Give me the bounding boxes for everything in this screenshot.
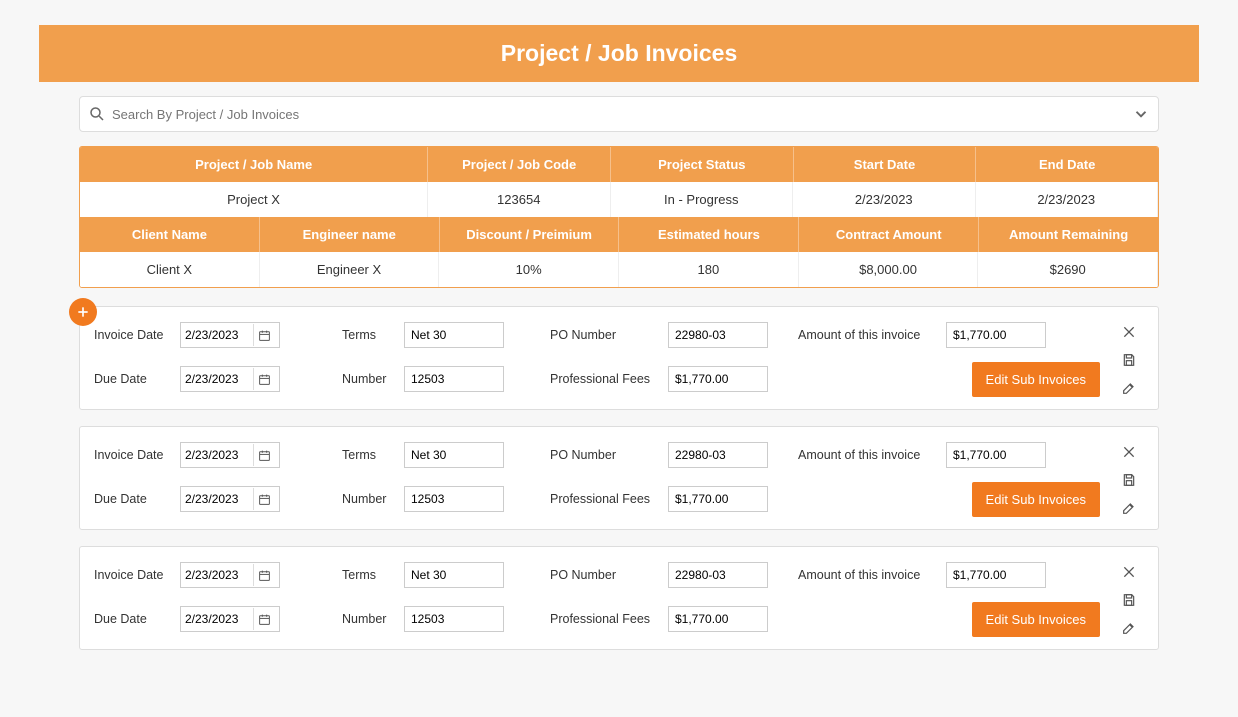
invoice-date-input-wrap[interactable] (180, 562, 280, 588)
invoice-date-input[interactable] (181, 568, 253, 582)
val-engineer-name: Engineer X (260, 252, 440, 287)
label-professional-fees: Professional Fees (550, 612, 660, 626)
label-po-number: PO Number (550, 448, 660, 462)
close-icon[interactable] (1120, 443, 1138, 461)
professional-fees-input[interactable] (668, 366, 768, 392)
project-info-table: Project / Job Name Project / Job Code Pr… (79, 146, 1159, 288)
due-date-input-wrap[interactable] (180, 606, 280, 632)
po-number-input[interactable] (668, 562, 768, 588)
amount-invoice-input[interactable] (946, 322, 1046, 348)
edit-icon[interactable] (1120, 619, 1138, 637)
label-amount-invoice: Amount of this invoice (798, 448, 938, 462)
col-end-date: End Date (976, 147, 1158, 182)
edit-icon[interactable] (1120, 379, 1138, 397)
label-professional-fees: Professional Fees (550, 492, 660, 506)
col-client-name: Client Name (80, 217, 260, 252)
terms-input[interactable] (404, 322, 504, 348)
label-professional-fees: Professional Fees (550, 372, 660, 386)
amount-invoice-input[interactable] (946, 562, 1046, 588)
invoice-card: Invoice Date Terms PO Number Amount of t… (79, 306, 1159, 410)
val-project-name: Project X (80, 182, 428, 217)
terms-input[interactable] (404, 442, 504, 468)
due-date-input[interactable] (181, 372, 253, 386)
label-invoice-date: Invoice Date (94, 448, 172, 462)
label-number: Number (342, 612, 396, 626)
edit-sub-invoices-button[interactable]: Edit Sub Invoices (972, 602, 1100, 638)
col-engineer-name: Engineer name (260, 217, 440, 252)
col-discount: Discount / Preimium (440, 217, 620, 252)
invoice-date-input-wrap[interactable] (180, 442, 280, 468)
label-terms: Terms (342, 448, 396, 462)
label-invoice-date: Invoice Date (94, 328, 172, 342)
number-input[interactable] (404, 606, 504, 632)
due-date-input-wrap[interactable] (180, 366, 280, 392)
close-icon[interactable] (1120, 563, 1138, 581)
val-contract-amount: $8,000.00 (799, 252, 979, 287)
col-project-status: Project Status (611, 147, 794, 182)
invoice-date-input[interactable] (181, 328, 253, 342)
due-date-input-wrap[interactable] (180, 486, 280, 512)
calendar-icon[interactable] (253, 324, 275, 346)
label-due-date: Due Date (94, 492, 172, 506)
calendar-icon[interactable] (253, 368, 275, 390)
invoice-date-input-wrap[interactable] (180, 322, 280, 348)
search-input[interactable] (106, 107, 1132, 122)
label-terms: Terms (342, 568, 396, 582)
calendar-icon[interactable] (253, 488, 275, 510)
col-project-name: Project / Job Name (80, 147, 428, 182)
val-project-status: In - Progress (611, 182, 794, 217)
search-bar[interactable] (79, 96, 1159, 132)
calendar-icon[interactable] (253, 564, 275, 586)
label-terms: Terms (342, 328, 396, 342)
professional-fees-input[interactable] (668, 486, 768, 512)
invoice-card: Invoice Date Terms PO Number Amount of t… (79, 546, 1159, 650)
save-icon[interactable] (1120, 591, 1138, 609)
label-due-date: Due Date (94, 612, 172, 626)
close-icon[interactable] (1120, 323, 1138, 341)
due-date-input[interactable] (181, 492, 253, 506)
label-due-date: Due Date (94, 372, 172, 386)
number-input[interactable] (404, 366, 504, 392)
po-number-input[interactable] (668, 322, 768, 348)
val-client-name: Client X (80, 252, 260, 287)
edit-sub-invoices-button[interactable]: Edit Sub Invoices (972, 362, 1100, 398)
invoice-card: Invoice Date Terms PO Number Amount of t… (79, 426, 1159, 530)
po-number-input[interactable] (668, 442, 768, 468)
professional-fees-input[interactable] (668, 606, 768, 632)
col-start-date: Start Date (794, 147, 977, 182)
col-estimated-hours: Estimated hours (619, 217, 799, 252)
add-invoice-button[interactable] (69, 298, 97, 326)
label-invoice-date: Invoice Date (94, 568, 172, 582)
calendar-icon[interactable] (253, 608, 275, 630)
col-amount-remaining: Amount Remaining (979, 217, 1158, 252)
terms-input[interactable] (404, 562, 504, 588)
label-number: Number (342, 492, 396, 506)
col-project-code: Project / Job Code (428, 147, 611, 182)
label-amount-invoice: Amount of this invoice (798, 568, 938, 582)
number-input[interactable] (404, 486, 504, 512)
val-project-code: 123654 (428, 182, 611, 217)
col-contract-amount: Contract Amount (799, 217, 979, 252)
due-date-input[interactable] (181, 612, 253, 626)
val-discount: 10% (439, 252, 619, 287)
label-number: Number (342, 372, 396, 386)
label-amount-invoice: Amount of this invoice (798, 328, 938, 342)
invoice-date-input[interactable] (181, 448, 253, 462)
search-icon (88, 105, 106, 123)
save-icon[interactable] (1120, 351, 1138, 369)
amount-invoice-input[interactable] (946, 442, 1046, 468)
val-end-date: 2/23/2023 (976, 182, 1159, 217)
page-title: Project / Job Invoices (39, 25, 1199, 82)
label-po-number: PO Number (550, 568, 660, 582)
label-po-number: PO Number (550, 328, 660, 342)
chevron-down-icon[interactable] (1132, 105, 1150, 123)
edit-icon[interactable] (1120, 499, 1138, 517)
save-icon[interactable] (1120, 471, 1138, 489)
val-start-date: 2/23/2023 (793, 182, 976, 217)
val-amount-remaining: $2690 (978, 252, 1158, 287)
calendar-icon[interactable] (253, 444, 275, 466)
edit-sub-invoices-button[interactable]: Edit Sub Invoices (972, 482, 1100, 518)
val-estimated-hours: 180 (619, 252, 799, 287)
